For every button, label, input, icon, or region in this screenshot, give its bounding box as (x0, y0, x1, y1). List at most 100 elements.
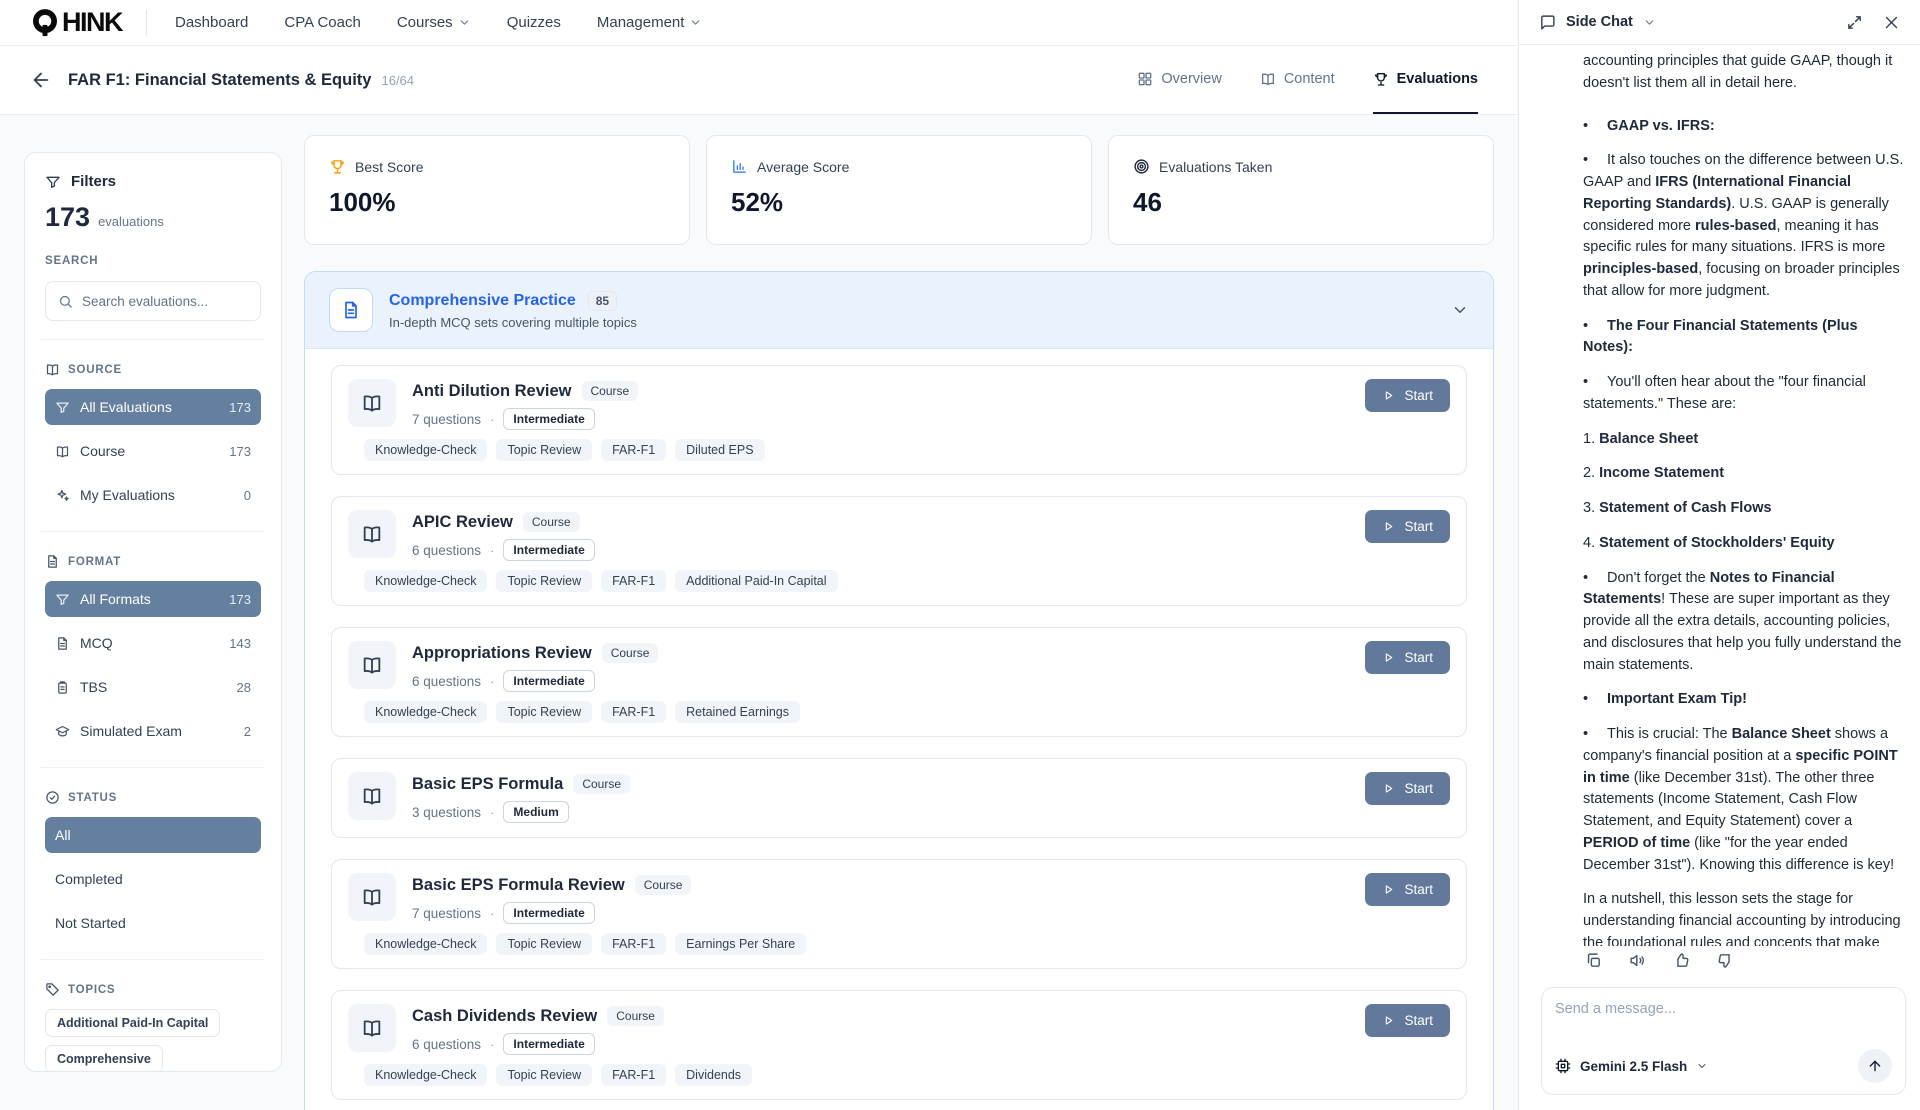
filters-count: 173 evaluations (45, 202, 261, 233)
chat-block: 2. Income Statement (1583, 463, 1904, 485)
search-input[interactable] (82, 294, 248, 309)
card-icon-box (348, 641, 396, 689)
nav-item-management[interactable]: Management (597, 14, 703, 31)
filter-row-count: 173 (229, 444, 251, 459)
card-top: Cash Dividends ReviewCourse6 questions·I… (348, 1004, 1450, 1056)
filter-completed[interactable]: Completed (45, 861, 261, 897)
message-input[interactable] (1555, 1001, 1892, 1017)
card-question-row: 7 questions·Intermediate (412, 901, 691, 925)
card-icon-box (348, 1004, 396, 1052)
question-count: 6 questions (412, 674, 481, 689)
level-badge: Intermediate (503, 902, 594, 924)
start-button[interactable]: Start (1365, 641, 1450, 674)
start-button[interactable]: Start (1365, 1004, 1450, 1037)
filter-course[interactable]: Course173 (45, 433, 261, 469)
card-top: Basic EPS Formula ReviewCourse7 question… (348, 873, 1450, 925)
filter-row-label: Not Started (55, 915, 126, 931)
thumb-up-icon[interactable] (1673, 952, 1690, 969)
speaker-icon[interactable] (1629, 952, 1646, 969)
chevron-down-icon[interactable] (1643, 16, 1656, 29)
funnel-icon (55, 592, 70, 607)
card-icon-box (348, 772, 396, 820)
chevron-down-icon[interactable] (1696, 1060, 1708, 1072)
bullet-marker: • (1583, 372, 1607, 394)
tag: FAR-F1 (601, 1064, 666, 1086)
level-badge: Intermediate (503, 1033, 594, 1055)
topics-label: TOPICS (68, 984, 115, 996)
card-tags: Knowledge-CheckTopic ReviewFAR-F1Additio… (364, 570, 1450, 592)
start-button[interactable]: Start (1365, 772, 1450, 805)
group-count-badge: 85 (588, 291, 617, 311)
format-section-label: FORMAT (45, 554, 261, 569)
thumb-down-icon[interactable] (1717, 952, 1734, 969)
bullet-marker: • (1583, 689, 1607, 711)
filter-tbs[interactable]: TBS28 (45, 669, 261, 705)
card-title: Anti Dilution Review (412, 382, 572, 401)
play-icon (1382, 651, 1395, 664)
app-logo[interactable]: HINK (30, 7, 122, 38)
tag: Knowledge-Check (364, 439, 487, 461)
tag: FAR-F1 (601, 933, 666, 955)
book-icon (361, 654, 383, 676)
nav-item-quizzes[interactable]: Quizzes (507, 14, 561, 31)
send-button[interactable] (1858, 1049, 1892, 1083)
nav-item-courses[interactable]: Courses (397, 14, 471, 31)
filter-mcq[interactable]: MCQ143 (45, 625, 261, 661)
chevron-down-icon[interactable] (1451, 301, 1469, 319)
tab-content[interactable]: Content (1260, 46, 1335, 114)
evaluation-count: 173 (45, 202, 90, 233)
start-button[interactable]: Start (1365, 379, 1450, 412)
tag: Topic Review (496, 933, 592, 955)
filter-my-evaluations[interactable]: My Evaluations0 (45, 477, 261, 513)
stat-value: 52% (731, 187, 1067, 218)
nav-item-dashboard[interactable]: Dashboard (175, 14, 248, 31)
chat-block: •Important Exam Tip! (1583, 689, 1904, 711)
filter-row-count: 143 (229, 636, 251, 651)
topic-chip[interactable]: Comprehensive (45, 1045, 163, 1072)
stat-card-evaluations-taken: Evaluations Taken46 (1108, 135, 1494, 245)
tag: Topic Review (496, 439, 592, 461)
model-row: Gemini 2.5 Flash (1555, 1049, 1892, 1083)
tab-overview[interactable]: Overview (1137, 46, 1221, 114)
expand-icon[interactable] (1846, 14, 1863, 31)
evaluation-list: Anti Dilution ReviewCourse7 questions·In… (305, 349, 1493, 1110)
back-button[interactable] (30, 69, 52, 91)
card-meta: APIC ReviewCourse6 questions·Intermediat… (412, 510, 595, 562)
evaluation-card: Basic EPS Formula ReviewCourse7 question… (331, 859, 1467, 969)
topic-chip[interactable]: Additional Paid-In Capital (45, 1009, 220, 1037)
card-title: Appropriations Review (412, 644, 592, 663)
tag: FAR-F1 (601, 439, 666, 461)
card-question-row: 7 questions·Intermediate (412, 407, 638, 431)
chat-block: 1. Balance Sheet (1583, 429, 1904, 451)
file-icon (55, 636, 70, 651)
tag: FAR-F1 (601, 570, 666, 592)
start-button-label: Start (1404, 882, 1433, 897)
start-button[interactable]: Start (1365, 873, 1450, 906)
filter-simulated-exam[interactable]: Simulated Exam2 (45, 713, 261, 749)
tab-evaluations[interactable]: Evaluations (1373, 46, 1478, 114)
nav-item-label: CPA Coach (284, 14, 360, 31)
start-button[interactable]: Start (1365, 510, 1450, 543)
filter-all-evaluations[interactable]: All Evaluations173 (45, 389, 261, 425)
nav-item-cpa-coach[interactable]: CPA Coach (284, 14, 360, 31)
filter-not-started[interactable]: Not Started (45, 905, 261, 941)
copy-icon[interactable] (1585, 952, 1602, 969)
filter-all-formats[interactable]: All Formats173 (45, 581, 261, 617)
play-icon (1382, 389, 1395, 402)
filter-row-label: My Evaluations (80, 487, 175, 503)
tag: Topic Review (496, 1064, 592, 1086)
play-icon (1382, 1014, 1395, 1027)
chat-block: •The Four Financial Statements (Plus Not… (1583, 316, 1904, 360)
model-selector[interactable]: Gemini 2.5 Flash (1580, 1059, 1687, 1074)
chat-block: 4. Statement of Stockholders' Equity (1583, 533, 1904, 555)
search-icon (58, 294, 73, 309)
group-header[interactable]: Comprehensive Practice 85 In-depth MCQ s… (305, 272, 1493, 349)
chat-header-actions (1846, 14, 1900, 31)
tab-label: Content (1284, 71, 1335, 87)
group-subtitle: In-depth MCQ sets covering multiple topi… (389, 315, 637, 330)
question-count: 6 questions (412, 543, 481, 558)
funnel-icon (55, 400, 70, 415)
filter-all[interactable]: All (45, 817, 261, 853)
stat-label-row: Evaluations Taken (1133, 158, 1469, 175)
close-icon[interactable] (1883, 14, 1900, 31)
